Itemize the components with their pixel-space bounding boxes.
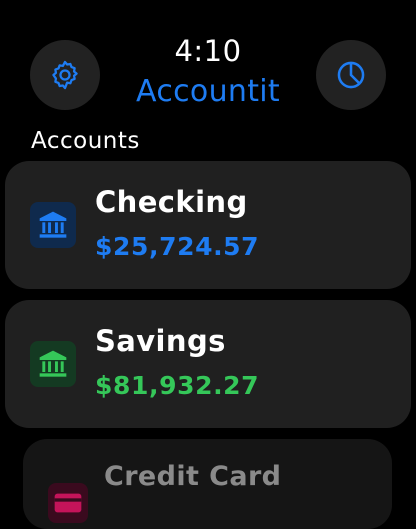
pie-chart-icon	[337, 61, 365, 89]
account-name: Checking	[95, 185, 248, 219]
charts-button[interactable]	[316, 40, 386, 110]
account-balance: $25,724.57	[95, 232, 260, 261]
bank-icon	[39, 350, 67, 377]
credit-card-icon	[54, 493, 82, 513]
account-name: Credit Card	[104, 461, 282, 492]
bank-icon	[39, 211, 67, 238]
account-balance: $81,932.27	[95, 371, 260, 400]
savings-icon-box	[30, 341, 76, 387]
account-card-savings[interactable]: Savings $81,932.27	[5, 300, 411, 428]
account-name: Savings	[95, 324, 226, 358]
account-card-credit-card[interactable]: Credit Card	[23, 439, 392, 529]
checking-icon-box	[30, 202, 76, 248]
credit-card-icon-box	[48, 483, 88, 523]
account-card-checking[interactable]: Checking $25,724.57	[5, 161, 411, 289]
section-label-accounts: Accounts	[31, 128, 140, 154]
